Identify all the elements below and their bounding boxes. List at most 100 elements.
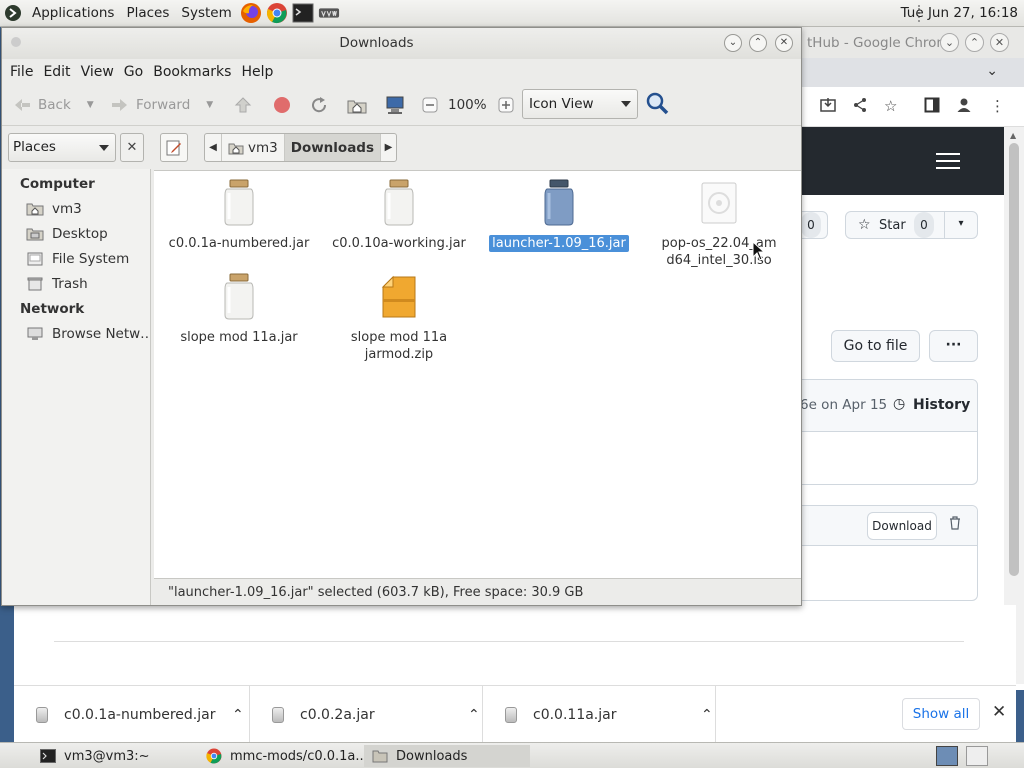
clock[interactable]: Tue Jun 27, 16:18 — [901, 0, 1018, 27]
view-mode-select[interactable]: Icon View — [522, 89, 638, 119]
firefox-icon[interactable] — [240, 2, 262, 24]
zoom-level[interactable]: 100% — [448, 97, 487, 113]
status-text: "launcher-1.09_16.jar" selected (603.7 k… — [168, 585, 584, 600]
sidebar-item-vm3[interactable]: vm3 — [26, 198, 150, 220]
edit-location-icon[interactable] — [160, 133, 188, 162]
close-downloads-bar-icon[interactable]: ✕ — [992, 702, 1006, 722]
file-item[interactable]: c0.0.1a-numbered.jar — [159, 179, 319, 252]
menu-edit[interactable]: Edit — [38, 64, 75, 80]
zoom-out-icon[interactable] — [418, 93, 442, 117]
system-menu[interactable]: System — [175, 0, 237, 27]
sidebar-heading-computer: Computer — [20, 176, 95, 192]
back-history-chevron-icon[interactable]: ▼ — [87, 100, 94, 110]
chrome-titlebar[interactable]: tHub - Google Chrome ⌄ ⌃ ✕ — [800, 27, 1024, 58]
sidebar-item-filesystem[interactable]: File System — [26, 248, 150, 270]
close-icon[interactable]: ✕ — [775, 34, 793, 52]
file-manager-window[interactable]: Downloads ⌄ ⌃ ✕ File Edit View Go Bookma… — [1, 27, 802, 606]
star-button[interactable]: ☆ Star 0 — [845, 211, 945, 239]
file-item[interactable]: slope mod 11a.jar — [159, 273, 319, 346]
show-all-button[interactable]: Show all — [902, 698, 980, 730]
chrome-close-icon[interactable]: ✕ — [990, 33, 1009, 52]
history-link[interactable]: History — [913, 397, 970, 413]
bookmark-star-icon[interactable]: ☆ — [884, 97, 897, 115]
home-icon[interactable] — [345, 93, 369, 117]
file-icon-view[interactable]: c0.0.1a-numbered.jar c0.0.10a-working.ja… — [154, 170, 801, 578]
go-to-file-button[interactable]: Go to file — [831, 330, 920, 362]
sidebar-type-select[interactable]: Places — [8, 133, 116, 162]
minimize-icon[interactable]: ⌄ — [724, 34, 742, 52]
download-raw-button[interactable]: Download — [867, 512, 937, 540]
menu-file[interactable]: File — [5, 64, 38, 80]
file-item-selected[interactable]: launcher-1.09_16.jar — [479, 179, 639, 252]
sidebar-item-trash[interactable]: Trash — [26, 273, 150, 295]
back-button[interactable]: Back ▼ — [12, 93, 94, 117]
menu-go[interactable]: Go — [119, 64, 148, 80]
terminal-icon[interactable] — [292, 2, 314, 24]
side-panel-icon[interactable] — [924, 97, 940, 117]
workspace-switcher-2[interactable] — [966, 746, 988, 766]
places-menu[interactable]: Places — [120, 0, 175, 27]
file-item[interactable]: c0.0.10a-working.jar — [319, 179, 479, 252]
computer-icon[interactable] — [383, 93, 407, 117]
chevron-up-icon[interactable]: ⌃ — [232, 707, 244, 723]
reload-icon[interactable] — [307, 93, 331, 117]
sidebar-item-browse-network[interactable]: Browse Netw… — [26, 323, 150, 345]
chrome-maximize-icon[interactable]: ⌃ — [965, 33, 984, 52]
taskbar-terminal[interactable]: vm3@vm3:~ — [32, 745, 198, 767]
star-dropdown-button[interactable]: ▾ — [944, 211, 978, 239]
jar-file-icon — [544, 179, 574, 226]
trash-icon[interactable] — [949, 516, 961, 534]
profile-icon[interactable] — [956, 97, 972, 117]
chrome-window[interactable]: tHub - Google Chrome ⌄ ⌃ ✕ ⌄ ☆ ⋮ 0 ☆ Sta — [800, 27, 1024, 690]
more-options-button[interactable]: ··· — [929, 330, 978, 362]
system-logo-icon[interactable] — [2, 2, 24, 24]
search-icon[interactable] — [645, 91, 669, 115]
chrome-toolbar: ☆ ⋮ — [800, 87, 1024, 127]
download-filename: c0.0.2a.jar — [300, 706, 375, 723]
file-item[interactable]: slope mod 11a jarmod.zip — [319, 273, 479, 363]
install-app-icon[interactable] — [820, 97, 836, 117]
breadcrumb-vm3[interactable]: vm3 — [221, 134, 284, 161]
breadcrumb-right-icon[interactable]: ▶ — [380, 134, 396, 161]
menu-view[interactable]: View — [76, 64, 119, 80]
download-item[interactable]: c0.0.2a.jar ⌃ — [250, 686, 483, 743]
taskbar-downloads[interactable]: Downloads — [364, 745, 530, 767]
jar-file-icon — [224, 179, 254, 226]
zoom-in-icon[interactable] — [494, 93, 518, 117]
stop-icon[interactable] — [270, 93, 294, 117]
share-icon[interactable] — [852, 97, 868, 117]
menu-bookmarks[interactable]: Bookmarks — [148, 64, 236, 80]
chrome-scroll-thumb[interactable] — [1009, 143, 1019, 576]
breadcrumb-left-icon[interactable]: ◀ — [205, 134, 221, 161]
watch-count-button[interactable]: 0 — [800, 211, 828, 239]
chrome-icon[interactable] — [266, 2, 288, 24]
chrome-scrollbar[interactable]: ▲ ▼ — [1004, 127, 1024, 684]
statusbar: "launcher-1.09_16.jar" selected (603.7 k… — [154, 578, 801, 605]
home-folder-icon — [26, 203, 44, 216]
chrome-menu-icon[interactable]: ⋮ — [990, 97, 1005, 115]
download-item[interactable]: c0.0.1a-numbered.jar ⌃ — [14, 686, 250, 743]
network-icon — [27, 327, 43, 340]
forward-button[interactable]: Forward ▼ — [110, 93, 213, 117]
menu-help[interactable]: Help — [236, 64, 278, 80]
up-icon[interactable] — [231, 93, 255, 117]
download-item[interactable]: c0.0.11a.jar ⌃ — [483, 686, 716, 743]
applications-menu[interactable]: Applications — [26, 0, 120, 27]
workspace-switcher[interactable] — [936, 746, 958, 766]
file-item[interactable]: pop-os_22.04_amd64_intel_30.iso — [639, 179, 799, 269]
chevron-up-icon[interactable]: ⌃ — [701, 707, 713, 723]
fm-titlebar[interactable]: Downloads ⌄ ⌃ ✕ — [2, 28, 801, 59]
vm-icon[interactable] — [318, 2, 340, 24]
tab-search-chevron-icon[interactable]: ⌄ — [986, 63, 998, 79]
close-sidebar-icon[interactable]: ✕ — [120, 133, 144, 162]
breadcrumb-downloads[interactable]: Downloads — [283, 134, 381, 161]
chevron-up-icon[interactable]: ⌃ — [468, 707, 480, 723]
maximize-icon[interactable]: ⌃ — [749, 34, 767, 52]
chrome-minimize-icon[interactable]: ⌄ — [940, 33, 959, 52]
forward-history-chevron-icon[interactable]: ▼ — [206, 100, 213, 110]
history-icon[interactable]: ◷ — [893, 396, 905, 412]
taskbar-chrome[interactable]: mmc-mods/c0.0.1a... — [198, 745, 364, 767]
scroll-up-icon[interactable]: ▲ — [1010, 131, 1016, 140]
sidebar-item-desktop[interactable]: Desktop — [26, 223, 150, 245]
hamburger-menu-icon[interactable] — [936, 153, 960, 169]
